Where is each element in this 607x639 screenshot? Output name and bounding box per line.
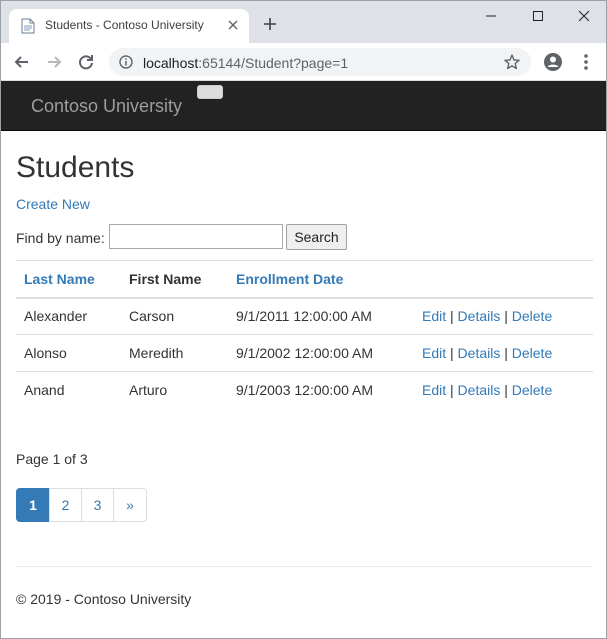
header-actions	[414, 260, 593, 299]
star-icon[interactable]	[503, 53, 521, 71]
cell-actions: Edit | Details | Delete	[414, 371, 593, 409]
cell-actions: Edit | Details | Delete	[414, 297, 593, 335]
separator: |	[504, 345, 508, 361]
separator: |	[504, 308, 508, 325]
app-navbar: Contoso University	[1, 81, 606, 131]
table-header-row: Last Name First Name Enrollment Date	[16, 260, 593, 299]
arrow-right-icon[interactable]	[43, 51, 65, 73]
close-icon[interactable]	[225, 17, 241, 33]
cell-enrollment-date: 9/1/2002 12:00:00 AM	[228, 334, 414, 372]
page-title: Students	[16, 151, 135, 184]
reload-icon[interactable]	[75, 51, 97, 73]
table-row: Alexander Carson 9/1/2011 12:00:00 AM Ed…	[16, 297, 593, 335]
footer-divider	[16, 566, 593, 567]
page-next-link[interactable]: »	[113, 488, 147, 522]
arrow-left-icon[interactable]	[11, 51, 33, 73]
cell-enrollment-date: 9/1/2003 12:00:00 AM	[228, 371, 414, 409]
page-link-2[interactable]: 2	[49, 488, 82, 522]
maximize-icon[interactable]	[515, 1, 561, 31]
edit-link[interactable]: Edit	[422, 345, 446, 361]
brand-link[interactable]: Contoso University	[31, 96, 182, 117]
delete-link[interactable]: Delete	[512, 345, 552, 361]
window-close-icon[interactable]	[561, 1, 606, 31]
browser-window: Students - Contoso University localhost:…	[0, 0, 607, 639]
url-path: :65144/Student?page=1	[198, 55, 349, 71]
tab-strip: Students - Contoso University	[1, 1, 606, 43]
page-icon	[21, 18, 35, 34]
cell-last-name: Alexander	[16, 297, 121, 335]
separator: |	[450, 382, 454, 399]
cell-last-name: Alonso	[16, 334, 121, 372]
cell-last-name: Anand	[16, 371, 121, 409]
page-info: Page 1 of 3	[16, 451, 88, 467]
students-table: Last Name First Name Enrollment Date Ale…	[16, 260, 593, 409]
browser-toolbar: localhost:65144/Student?page=1	[1, 43, 606, 81]
url-host: localhost	[143, 55, 199, 71]
url-text: localhost:65144/Student?page=1	[143, 55, 348, 71]
sort-enrollment-date-link[interactable]: Enrollment Date	[236, 271, 343, 287]
cell-first-name: Carson	[121, 297, 228, 335]
table-row: Alonso Meredith 9/1/2002 12:00:00 AM Edi…	[16, 334, 593, 372]
footer-copyright: © 2019 - Contoso University	[16, 591, 192, 607]
details-link[interactable]: Details	[458, 382, 501, 398]
sort-last-name-link[interactable]: Last Name	[24, 271, 95, 287]
cell-enrollment-date: 9/1/2011 12:00:00 AM	[228, 297, 414, 335]
page-link-3[interactable]: 3	[81, 488, 114, 522]
cell-first-name: Meredith	[121, 334, 228, 372]
cell-first-name: Arturo	[121, 371, 228, 409]
separator: |	[450, 308, 454, 325]
account-icon[interactable]	[543, 52, 563, 72]
address-bar[interactable]: localhost:65144/Student?page=1	[109, 48, 531, 76]
header-enrollment-date: Enrollment Date	[228, 260, 414, 299]
details-link[interactable]: Details	[458, 345, 501, 361]
search-input[interactable]	[109, 224, 283, 249]
navbar-toggle-button[interactable]	[197, 85, 223, 99]
separator: |	[450, 345, 454, 361]
search-button[interactable]: Search	[286, 224, 347, 250]
table-row: Anand Arturo 9/1/2003 12:00:00 AM Edit |…	[16, 371, 593, 409]
page-link-1[interactable]: 1	[16, 488, 50, 522]
info-icon[interactable]	[119, 55, 133, 69]
edit-link[interactable]: Edit	[422, 308, 446, 324]
delete-link[interactable]: Delete	[512, 308, 552, 324]
edit-link[interactable]: Edit	[422, 382, 446, 398]
tab-title: Students - Contoso University	[45, 18, 204, 32]
cell-actions: Edit | Details | Delete	[414, 334, 593, 372]
header-first-name: First Name	[121, 260, 228, 299]
details-link[interactable]: Details	[458, 308, 501, 324]
separator: |	[504, 382, 508, 399]
delete-link[interactable]: Delete	[512, 382, 552, 398]
browser-tab[interactable]: Students - Contoso University	[9, 9, 249, 43]
minimize-icon[interactable]	[468, 1, 514, 31]
kebab-menu-icon[interactable]	[579, 52, 593, 72]
create-new-link[interactable]: Create New	[16, 196, 90, 212]
plus-icon[interactable]	[259, 15, 281, 37]
search-label: Find by name:	[16, 230, 105, 246]
header-last-name: Last Name	[16, 260, 121, 299]
